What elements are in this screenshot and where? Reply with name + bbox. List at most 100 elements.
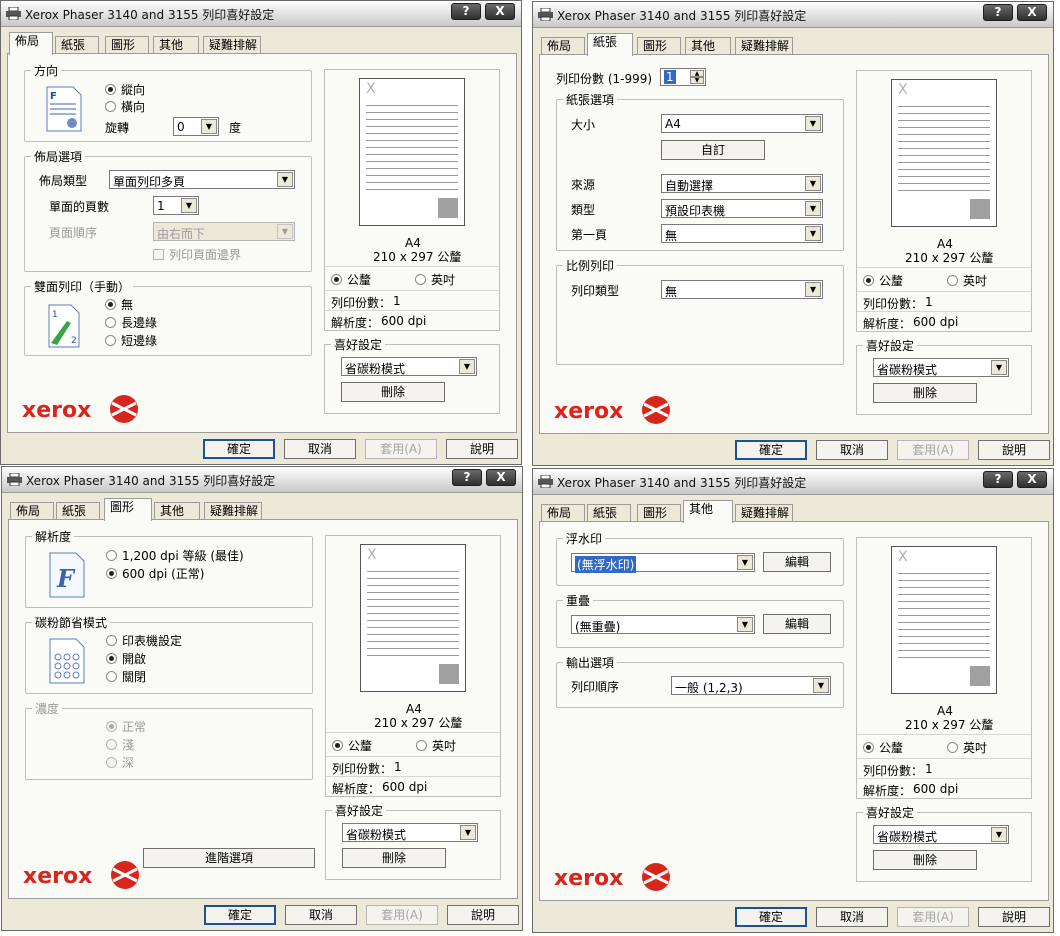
duplex-none-radio[interactable] [105,299,116,310]
tab-other[interactable]: 其他 [154,502,200,520]
help-title-button[interactable]: ? [452,469,482,486]
apply-button[interactable]: 套用(A) [897,440,969,460]
unit-inch-radio[interactable] [947,742,958,753]
favorites-select[interactable]: 省碳粉模式 ▼ [342,823,478,842]
apply-button[interactable]: 套用(A) [366,905,438,925]
unit-mm-radio[interactable] [863,275,874,286]
ok-button[interactable]: 確定 [204,905,276,925]
duplex-short-radio[interactable] [105,335,116,346]
tab-troubleshoot[interactable]: 疑難排解 [204,502,262,520]
rotate-select[interactable]: 0 ▼ [173,117,219,136]
apply-button[interactable]: 套用(A) [897,907,969,927]
spin-down-icon[interactable]: ▼ [690,77,704,84]
tab-other[interactable]: 其他 [683,500,733,523]
delete-favorite-button[interactable]: 刪除 [873,850,977,870]
favorites-select[interactable]: 省碳粉模式 ▼ [873,358,1009,377]
landscape-radio[interactable] [105,101,116,112]
tab-paper[interactable]: 紙張 [587,504,631,522]
unit-mm-radio[interactable] [863,742,874,753]
close-button[interactable]: X [1017,4,1047,21]
title-bar[interactable]: Xerox Phaser 3140 and 3155 列印喜好設定 ? X [533,2,1053,28]
print-border-checkbox[interactable] [153,249,164,260]
tab-graphics[interactable]: 圖形 [637,37,681,55]
tab-layout[interactable]: 佈局 [541,37,585,55]
resolution-600-radio[interactable] [106,568,117,579]
page-line [898,594,990,595]
source-select[interactable]: 自動選擇 ▼ [661,174,823,193]
help-button[interactable]: 說明 [447,905,519,925]
tab-layout[interactable]: 佈局 [10,502,54,520]
tab-layout[interactable]: 佈局 [541,504,585,522]
resolution-1200-radio[interactable] [106,550,117,561]
resolution-summary-value: 600 dpi [381,314,427,328]
cancel-button[interactable]: 取消 [284,439,356,459]
portrait-radio[interactable] [105,84,116,95]
cancel-button[interactable]: 取消 [816,440,888,460]
toner-off-radio[interactable] [106,671,117,682]
spin-up-icon[interactable]: ▲ [690,70,704,77]
print-order-select[interactable]: 一般 (1,2,3) ▼ [671,676,831,695]
edit-watermark-button[interactable]: 編輯 [763,552,831,572]
delete-favorite-button[interactable]: 刪除 [341,382,445,402]
apply-button[interactable]: 套用(A) [365,439,437,459]
type-select[interactable]: 預設印表機 ▼ [661,199,823,218]
tab-other[interactable]: 其他 [685,37,731,55]
ok-button[interactable]: 確定 [735,440,807,460]
title-bar[interactable]: Xerox Phaser 3140 and 3155 列印喜好設定 ? X [533,469,1053,495]
tab-troubleshoot[interactable]: 疑難排解 [203,36,261,54]
tab-troubleshoot[interactable]: 疑難排解 [735,37,793,55]
tab-layout[interactable]: 佈局 [9,32,53,55]
title-bar[interactable]: Xerox Phaser 3140 and 3155 列印喜好設定 ? X [2,467,522,493]
advanced-options-button[interactable]: 進階選項 [143,848,315,868]
delete-favorite-button[interactable]: 刪除 [873,383,977,403]
cancel-button[interactable]: 取消 [285,905,357,925]
help-title-button[interactable]: ? [983,4,1013,21]
tab-other[interactable]: 其他 [153,36,199,54]
unit-mm-radio[interactable] [331,274,342,285]
close-button[interactable]: X [486,469,516,486]
tab-troubleshoot[interactable]: 疑難排解 [735,504,793,522]
overlay-select[interactable]: (無重疊) ▼ [571,615,755,634]
help-button[interactable]: 說明 [978,440,1050,460]
copies-spinner[interactable]: 1 ▲ ▼ [660,68,706,86]
unit-inch-radio[interactable] [416,740,427,751]
delete-favorite-button[interactable]: 刪除 [342,848,446,868]
watermark-select[interactable]: (無浮水印) ▼ [571,553,755,573]
darkness-light-radio[interactable] [106,739,117,750]
unit-inch-radio[interactable] [947,275,958,286]
page-line [898,580,990,581]
tab-graphics[interactable]: 圖形 [104,498,152,521]
tab-paper[interactable]: 紙張 [55,36,99,54]
page-order-select[interactable]: 由右而下 ▼ [153,222,295,241]
help-button[interactable]: 說明 [978,907,1050,927]
title-bar[interactable]: Xerox Phaser 3140 and 3155 列印喜好設定 ? X [1,1,521,27]
close-button[interactable]: X [485,3,515,20]
tab-paper[interactable]: 紙張 [587,33,633,56]
help-title-button[interactable]: ? [983,471,1013,488]
favorites-select[interactable]: 省碳粉模式 ▼ [341,357,477,376]
scaling-type-select[interactable]: 無 ▼ [661,280,823,299]
tab-graphics[interactable]: 圖形 [637,504,681,522]
darkness-normal-radio[interactable] [106,721,117,732]
favorites-select[interactable]: 省碳粉模式 ▼ [873,825,1009,844]
duplex-long-radio[interactable] [105,317,116,328]
help-title-button[interactable]: ? [451,3,481,20]
pages-per-side-select[interactable]: 1 ▼ [153,196,199,215]
toner-on-radio[interactable] [106,653,117,664]
edit-overlay-button[interactable]: 編輯 [763,614,831,634]
custom-size-button[interactable]: 自訂 [661,140,765,160]
tab-graphics[interactable]: 圖形 [105,36,149,54]
darkness-dark-radio[interactable] [106,757,117,768]
help-button[interactable]: 說明 [446,439,518,459]
close-button[interactable]: X [1017,471,1047,488]
unit-inch-radio[interactable] [415,274,426,285]
ok-button[interactable]: 確定 [203,439,275,459]
unit-mm-radio[interactable] [332,740,343,751]
toner-printer-setting-radio[interactable] [106,635,117,646]
tab-paper[interactable]: 紙張 [56,502,100,520]
first-page-select[interactable]: 無 ▼ [661,224,823,243]
paper-size-select[interactable]: A4 ▼ [661,114,823,133]
cancel-button[interactable]: 取消 [816,907,888,927]
ok-button[interactable]: 確定 [735,907,807,927]
layout-type-select[interactable]: 單面列印多頁 ▼ [109,170,295,189]
